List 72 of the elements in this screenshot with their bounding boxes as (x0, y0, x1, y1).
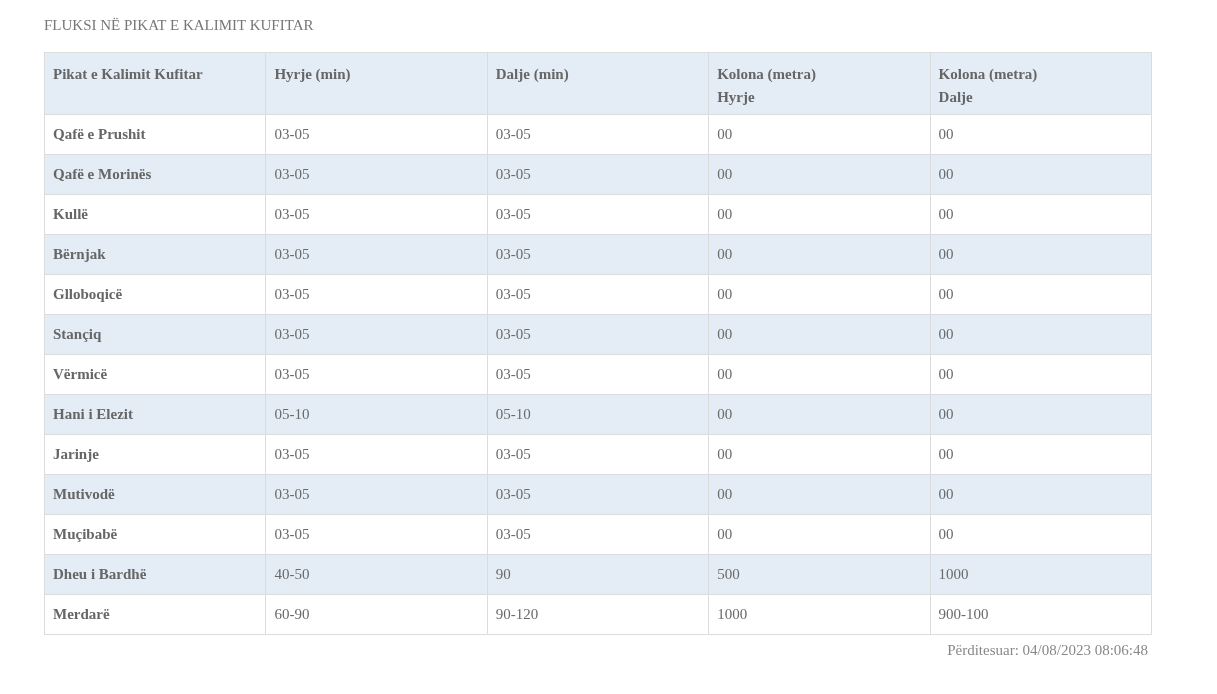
table-cell: 03-05 (265, 154, 488, 194)
table-cell: 00 (708, 194, 931, 234)
crossing-name-cell: Muçibabë (44, 514, 266, 554)
table-cell: 1000 (708, 594, 931, 634)
table-cell: 00 (708, 434, 931, 474)
table-cell: 00 (930, 274, 1152, 314)
table-cell: 90-120 (487, 594, 709, 634)
crossing-name-cell: Kullë (44, 194, 266, 234)
table-cell: 00 (930, 114, 1152, 154)
table-cell: 00 (708, 314, 931, 354)
crossing-name-cell: Merdarë (44, 594, 266, 634)
table-cell: 500 (708, 554, 931, 594)
table-cell: 90 (487, 554, 709, 594)
table-cell: 03-05 (265, 194, 488, 234)
table-cell: 03-05 (487, 274, 709, 314)
column-header: Dalje (min) (487, 52, 709, 114)
updated-timestamp: Përditesuar: 04/08/2023 08:06:48 (946, 640, 1149, 660)
crossing-name-cell: Hani i Elezit (44, 394, 266, 434)
table-cell: 00 (930, 434, 1152, 474)
table-cell: 00 (930, 314, 1152, 354)
table-cell: 00 (930, 234, 1152, 274)
table-cell: 03-05 (487, 434, 709, 474)
column-header: Pikat e Kalimit Kufitar (44, 52, 266, 114)
table-cell: 00 (930, 514, 1152, 554)
table-cell: 900-100 (930, 594, 1152, 634)
column-header: Kolona (metra) Hyrje (708, 52, 931, 114)
crossing-name-cell: Jarinje (44, 434, 266, 474)
table-cell: 03-05 (265, 354, 488, 394)
table-cell: 03-05 (265, 514, 488, 554)
table-cell: 03-05 (487, 234, 709, 274)
table-cell: 05-10 (487, 394, 709, 434)
table-cell: 00 (930, 194, 1152, 234)
crossing-name-cell: Bërnjak (44, 234, 266, 274)
table-cell: 00 (708, 274, 931, 314)
table-cell: 00 (708, 114, 931, 154)
table-cell: 03-05 (265, 434, 488, 474)
table-cell: 03-05 (265, 274, 488, 314)
column-header: Kolona (metra) Dalje (930, 52, 1152, 114)
table-cell: 00 (930, 354, 1152, 394)
table-cell: 00 (930, 394, 1152, 434)
table-cell: 03-05 (265, 474, 488, 514)
table-cell: 03-05 (265, 114, 488, 154)
table-cell: 00 (708, 354, 931, 394)
table-cell: 03-05 (487, 114, 709, 154)
crossing-name-cell: Dheu i Bardhë (44, 554, 266, 594)
crossing-name-cell: Vërmicë (44, 354, 266, 394)
table-cell: 03-05 (487, 154, 709, 194)
table-cell: 00 (708, 154, 931, 194)
table-cell: 00 (930, 154, 1152, 194)
table-cell: 00 (708, 394, 931, 434)
table-cell: 03-05 (487, 314, 709, 354)
crossing-name-cell: Glloboqicë (44, 274, 266, 314)
table-cell: 05-10 (265, 394, 488, 434)
crossing-name-cell: Stançiq (44, 314, 266, 354)
table-cell: 00 (708, 474, 931, 514)
table-cell: 03-05 (487, 194, 709, 234)
table-cell: 40-50 (265, 554, 488, 594)
table-cell: 03-05 (487, 354, 709, 394)
table-cell: 00 (930, 474, 1152, 514)
column-header: Hyrje (min) (265, 52, 488, 114)
table-cell: 00 (708, 234, 931, 274)
crossing-name-cell: Mutivodë (44, 474, 266, 514)
table-cell: 1000 (930, 554, 1152, 594)
table-title: FLUKSI NË PIKAT E KALIMIT KUFITAR (44, 16, 315, 35)
table-cell: 03-05 (265, 314, 488, 354)
table-cell: 60-90 (265, 594, 488, 634)
crossing-name-cell: Qafë e Morinës (44, 154, 266, 194)
table-cell: 03-05 (487, 474, 709, 514)
table-cell: 00 (708, 514, 931, 554)
table-cell: 03-05 (265, 234, 488, 274)
table-cell: 03-05 (487, 514, 709, 554)
crossing-name-cell: Qafë e Prushit (44, 114, 266, 154)
